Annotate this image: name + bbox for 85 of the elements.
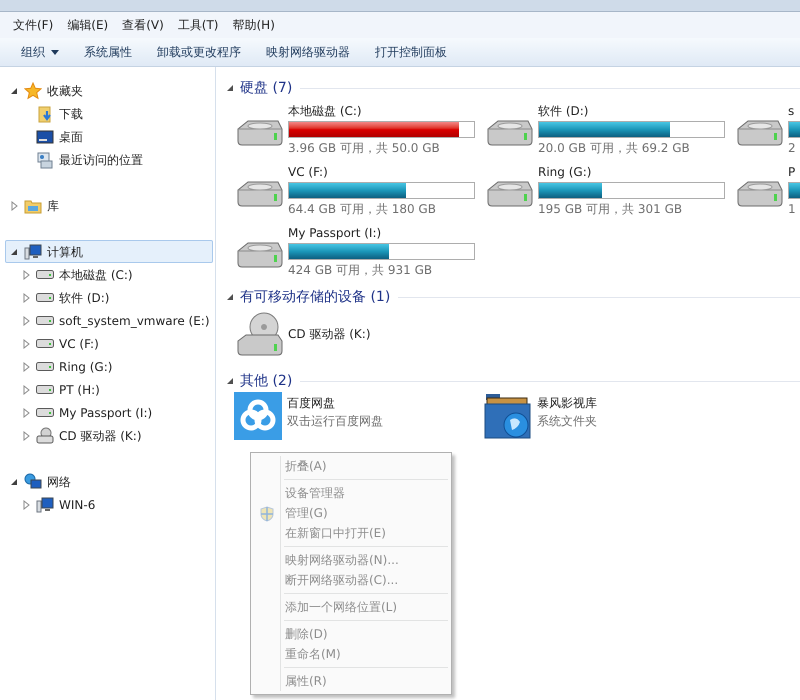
drive-icon bbox=[36, 362, 54, 371]
tree-item[interactable]: 软件 (D:) bbox=[5, 286, 213, 309]
drive-name: My Passport (I:) bbox=[288, 225, 382, 241]
collapse-arrow-icon[interactable] bbox=[226, 377, 234, 385]
tree-item-label: Ring (G:) bbox=[59, 358, 112, 376]
drive-icon bbox=[36, 316, 54, 325]
drive-stats: 3.96 GB 可用，共 50.0 GB bbox=[288, 140, 441, 156]
star-icon bbox=[24, 82, 42, 100]
cd-drive-icon bbox=[36, 426, 54, 444]
drive-stats: 424 GB 可用，共 931 GB bbox=[288, 262, 434, 278]
tree-item[interactable]: WIN-6 bbox=[5, 493, 213, 516]
item-name: 百度网盘 bbox=[287, 395, 336, 412]
drive-icon bbox=[36, 270, 54, 279]
tree-item-label: CD 驱动器 (K:) bbox=[59, 428, 142, 444]
drive-stats: 20.0 GB 可用，共 69.2 GB bbox=[538, 140, 691, 156]
item-name: 暴风影视库 bbox=[537, 395, 597, 412]
tree-item[interactable]: PT (H:) bbox=[5, 378, 213, 401]
tree-item-label: PT (H:) bbox=[59, 382, 100, 398]
cloud-app-icon bbox=[234, 392, 282, 440]
toolbar-button[interactable]: 映射网络驱动器 bbox=[255, 40, 361, 64]
tree-item[interactable]: 桌面 bbox=[5, 125, 213, 148]
drive-name: P bbox=[788, 164, 796, 180]
tree-item[interactable]: 库 bbox=[5, 194, 213, 217]
tree-item-label: My Passport (I:) bbox=[59, 404, 152, 422]
tree-item[interactable]: 网络 bbox=[5, 470, 213, 493]
computer-icon bbox=[36, 496, 54, 514]
tree-item-label: 下载 bbox=[59, 106, 83, 122]
tree-item-label: VC (F:) bbox=[59, 336, 99, 352]
network-icon bbox=[24, 472, 42, 490]
tree-item[interactable]: 下载 bbox=[5, 102, 213, 125]
tree-item[interactable]: VC (F:) bbox=[5, 332, 213, 355]
tree-item[interactable]: CD 驱动器 (K:) bbox=[5, 424, 213, 447]
tree-item[interactable]: My Passport (I:) bbox=[5, 401, 213, 424]
menu-item[interactable]: 编辑(E) bbox=[60, 14, 116, 36]
monitor-icon bbox=[36, 128, 54, 146]
tree-item-label: 计算机 bbox=[47, 244, 83, 260]
tree-item-label: 收藏夹 bbox=[47, 82, 83, 100]
shield-icon bbox=[260, 506, 274, 522]
tree-item[interactable]: 最近访问的位置 bbox=[5, 148, 213, 171]
collapse-arrow-icon[interactable] bbox=[226, 293, 234, 301]
toolbar-button[interactable]: 组织 bbox=[10, 40, 70, 64]
tree-item-label: 网络 bbox=[47, 474, 71, 490]
drive-name: VC (F:) bbox=[288, 164, 329, 180]
tree-item[interactable]: soft_system_vmware (E:) bbox=[5, 309, 213, 332]
tree-item-label: 库 bbox=[47, 198, 59, 214]
drive-stats: 2 bbox=[788, 140, 797, 156]
drive-icon bbox=[36, 408, 54, 417]
drive-icon bbox=[36, 293, 54, 302]
tree-item[interactable]: 本地磁盘 (C:) bbox=[5, 263, 213, 286]
tree-item[interactable]: 计算机 bbox=[5, 240, 213, 263]
tree-item-label: 最近访问的位置 bbox=[59, 152, 143, 168]
drive-icon bbox=[36, 339, 54, 348]
tree-item-label: soft_system_vmware (E:) bbox=[59, 312, 210, 330]
drive-name: 软件 (D:) bbox=[538, 103, 590, 119]
drive-name: s bbox=[788, 103, 796, 119]
drive-icon bbox=[36, 385, 54, 394]
toolbar-button[interactable]: 卸载或更改程序 bbox=[146, 40, 252, 64]
drive-name: 本地磁盘 (C:) bbox=[288, 103, 363, 119]
tree-item-label: 本地磁盘 (C:) bbox=[59, 266, 133, 284]
globe-folder-icon bbox=[484, 392, 532, 440]
drive-stats: 1 bbox=[788, 201, 797, 217]
menu-item[interactable]: 工具(T) bbox=[170, 14, 226, 36]
group-header[interactable]: 其他 (2) bbox=[240, 370, 292, 392]
menu-item[interactable]: 文件(F) bbox=[6, 14, 60, 36]
recent-places-icon bbox=[36, 150, 54, 168]
drive-name: Ring (G:) bbox=[538, 164, 592, 180]
group-header[interactable]: 硬盘 (7) bbox=[240, 78, 292, 98]
folder-icon bbox=[36, 104, 54, 122]
group-header[interactable]: 有可移动存储的设备 (1) bbox=[240, 286, 390, 308]
tree-item-label: WIN-6 bbox=[59, 496, 96, 514]
tree-item-label: 软件 (D:) bbox=[59, 290, 110, 306]
drive-stats: 64.4 GB 可用，共 180 GB bbox=[288, 201, 437, 217]
toolbar-button[interactable]: 打开控制面板 bbox=[364, 40, 458, 64]
item-description: 双击运行百度网盘 bbox=[287, 413, 383, 430]
menu-item[interactable]: 查看(V) bbox=[115, 14, 171, 36]
tree-item-label: 桌面 bbox=[59, 128, 83, 146]
drive-name: CD 驱动器 (K:) bbox=[288, 326, 371, 343]
item-description: 系统文件夹 bbox=[537, 413, 597, 430]
toolbar-button[interactable]: 系统属性 bbox=[73, 40, 143, 64]
drive-stats: 195 GB 可用，共 301 GB bbox=[538, 201, 684, 217]
collapse-arrow-icon[interactable] bbox=[226, 84, 234, 92]
tree-item[interactable]: Ring (G:) bbox=[5, 355, 213, 378]
computer-icon bbox=[24, 242, 42, 260]
tree-item[interactable]: 收藏夹 bbox=[5, 79, 213, 102]
menu-item[interactable]: 帮助(H) bbox=[226, 14, 282, 36]
